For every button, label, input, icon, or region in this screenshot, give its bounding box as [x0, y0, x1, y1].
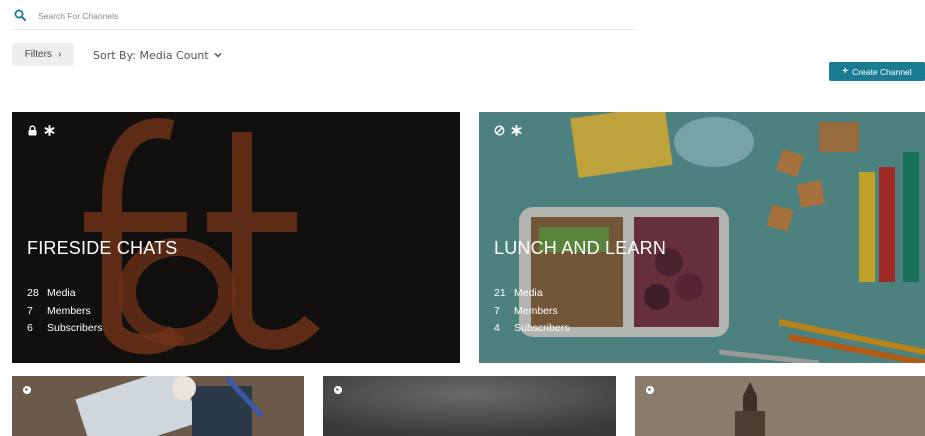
stat-value: 21	[494, 287, 506, 299]
channel-card[interactable]	[12, 376, 304, 436]
channel-card[interactable]	[635, 376, 925, 436]
stat-media: 21 Media	[494, 285, 569, 303]
search-bar	[12, 5, 636, 30]
stat-value: 4	[494, 322, 500, 334]
stat-label: Subscribers	[514, 322, 570, 334]
no-entry-icon	[494, 125, 505, 136]
filters-label: Filters	[24, 49, 52, 60]
card-icons	[27, 125, 55, 136]
sort-dropdown[interactable]: Sort By: Media Count	[93, 47, 222, 63]
channel-title: LUNCH AND LEARN	[494, 238, 667, 258]
stat-value: 7	[27, 304, 33, 317]
channel-stats: 21 Media 7 Members 4 Subscribers	[494, 285, 569, 338]
stat-media: 28 Media	[27, 285, 102, 303]
search-icon[interactable]	[14, 9, 26, 21]
globe-icon	[23, 386, 31, 394]
plus-icon: +	[842, 65, 849, 77]
stat-label: Members	[514, 304, 558, 317]
channel-thumbnail	[323, 376, 616, 436]
globe-icon	[646, 386, 654, 394]
stat-value: 28	[27, 287, 39, 299]
channel-card-fireside-chats[interactable]: FIRESIDE CHATS 28 Media 7 Members 6 Subs…	[12, 112, 460, 363]
stat-subscribers: 6 Subscribers	[27, 320, 102, 338]
asterisk-icon	[44, 125, 55, 136]
channel-thumbnail	[12, 376, 304, 436]
chevron-right-icon: ›	[57, 49, 62, 60]
create-channel-button[interactable]: + Create Channel	[829, 62, 925, 81]
stat-label: Subscribers	[47, 322, 103, 334]
stat-label: Media	[47, 287, 76, 299]
channel-card-lunch-and-learn[interactable]: LUNCH AND LEARN 21 Media 7 Members 4 Sub…	[479, 112, 925, 363]
asterisk-icon	[511, 125, 522, 136]
globe-icon	[334, 386, 342, 394]
create-channel-label: Create Channel	[852, 66, 912, 77]
stat-members: 7 Members	[494, 303, 569, 321]
stat-subscribers: 4 Subscribers	[494, 320, 569, 338]
stat-value: 6	[27, 322, 33, 334]
search-input[interactable]	[38, 7, 618, 25]
channel-card[interactable]	[323, 376, 616, 436]
chevron-down-icon	[214, 52, 222, 58]
stat-members: 7 Members	[27, 303, 102, 321]
lock-icon	[28, 125, 37, 136]
filters-button[interactable]: Filters ›	[12, 43, 74, 66]
stat-value: 7	[494, 304, 500, 317]
channel-title: FIRESIDE CHATS	[27, 238, 178, 258]
channel-stats: 28 Media 7 Members 6 Subscribers	[27, 285, 102, 338]
card-icons	[494, 125, 522, 136]
stat-label: Media	[514, 287, 543, 299]
channel-thumbnail	[635, 376, 925, 436]
stat-label: Members	[47, 304, 91, 317]
sort-label: Sort By: Media Count	[93, 48, 209, 62]
